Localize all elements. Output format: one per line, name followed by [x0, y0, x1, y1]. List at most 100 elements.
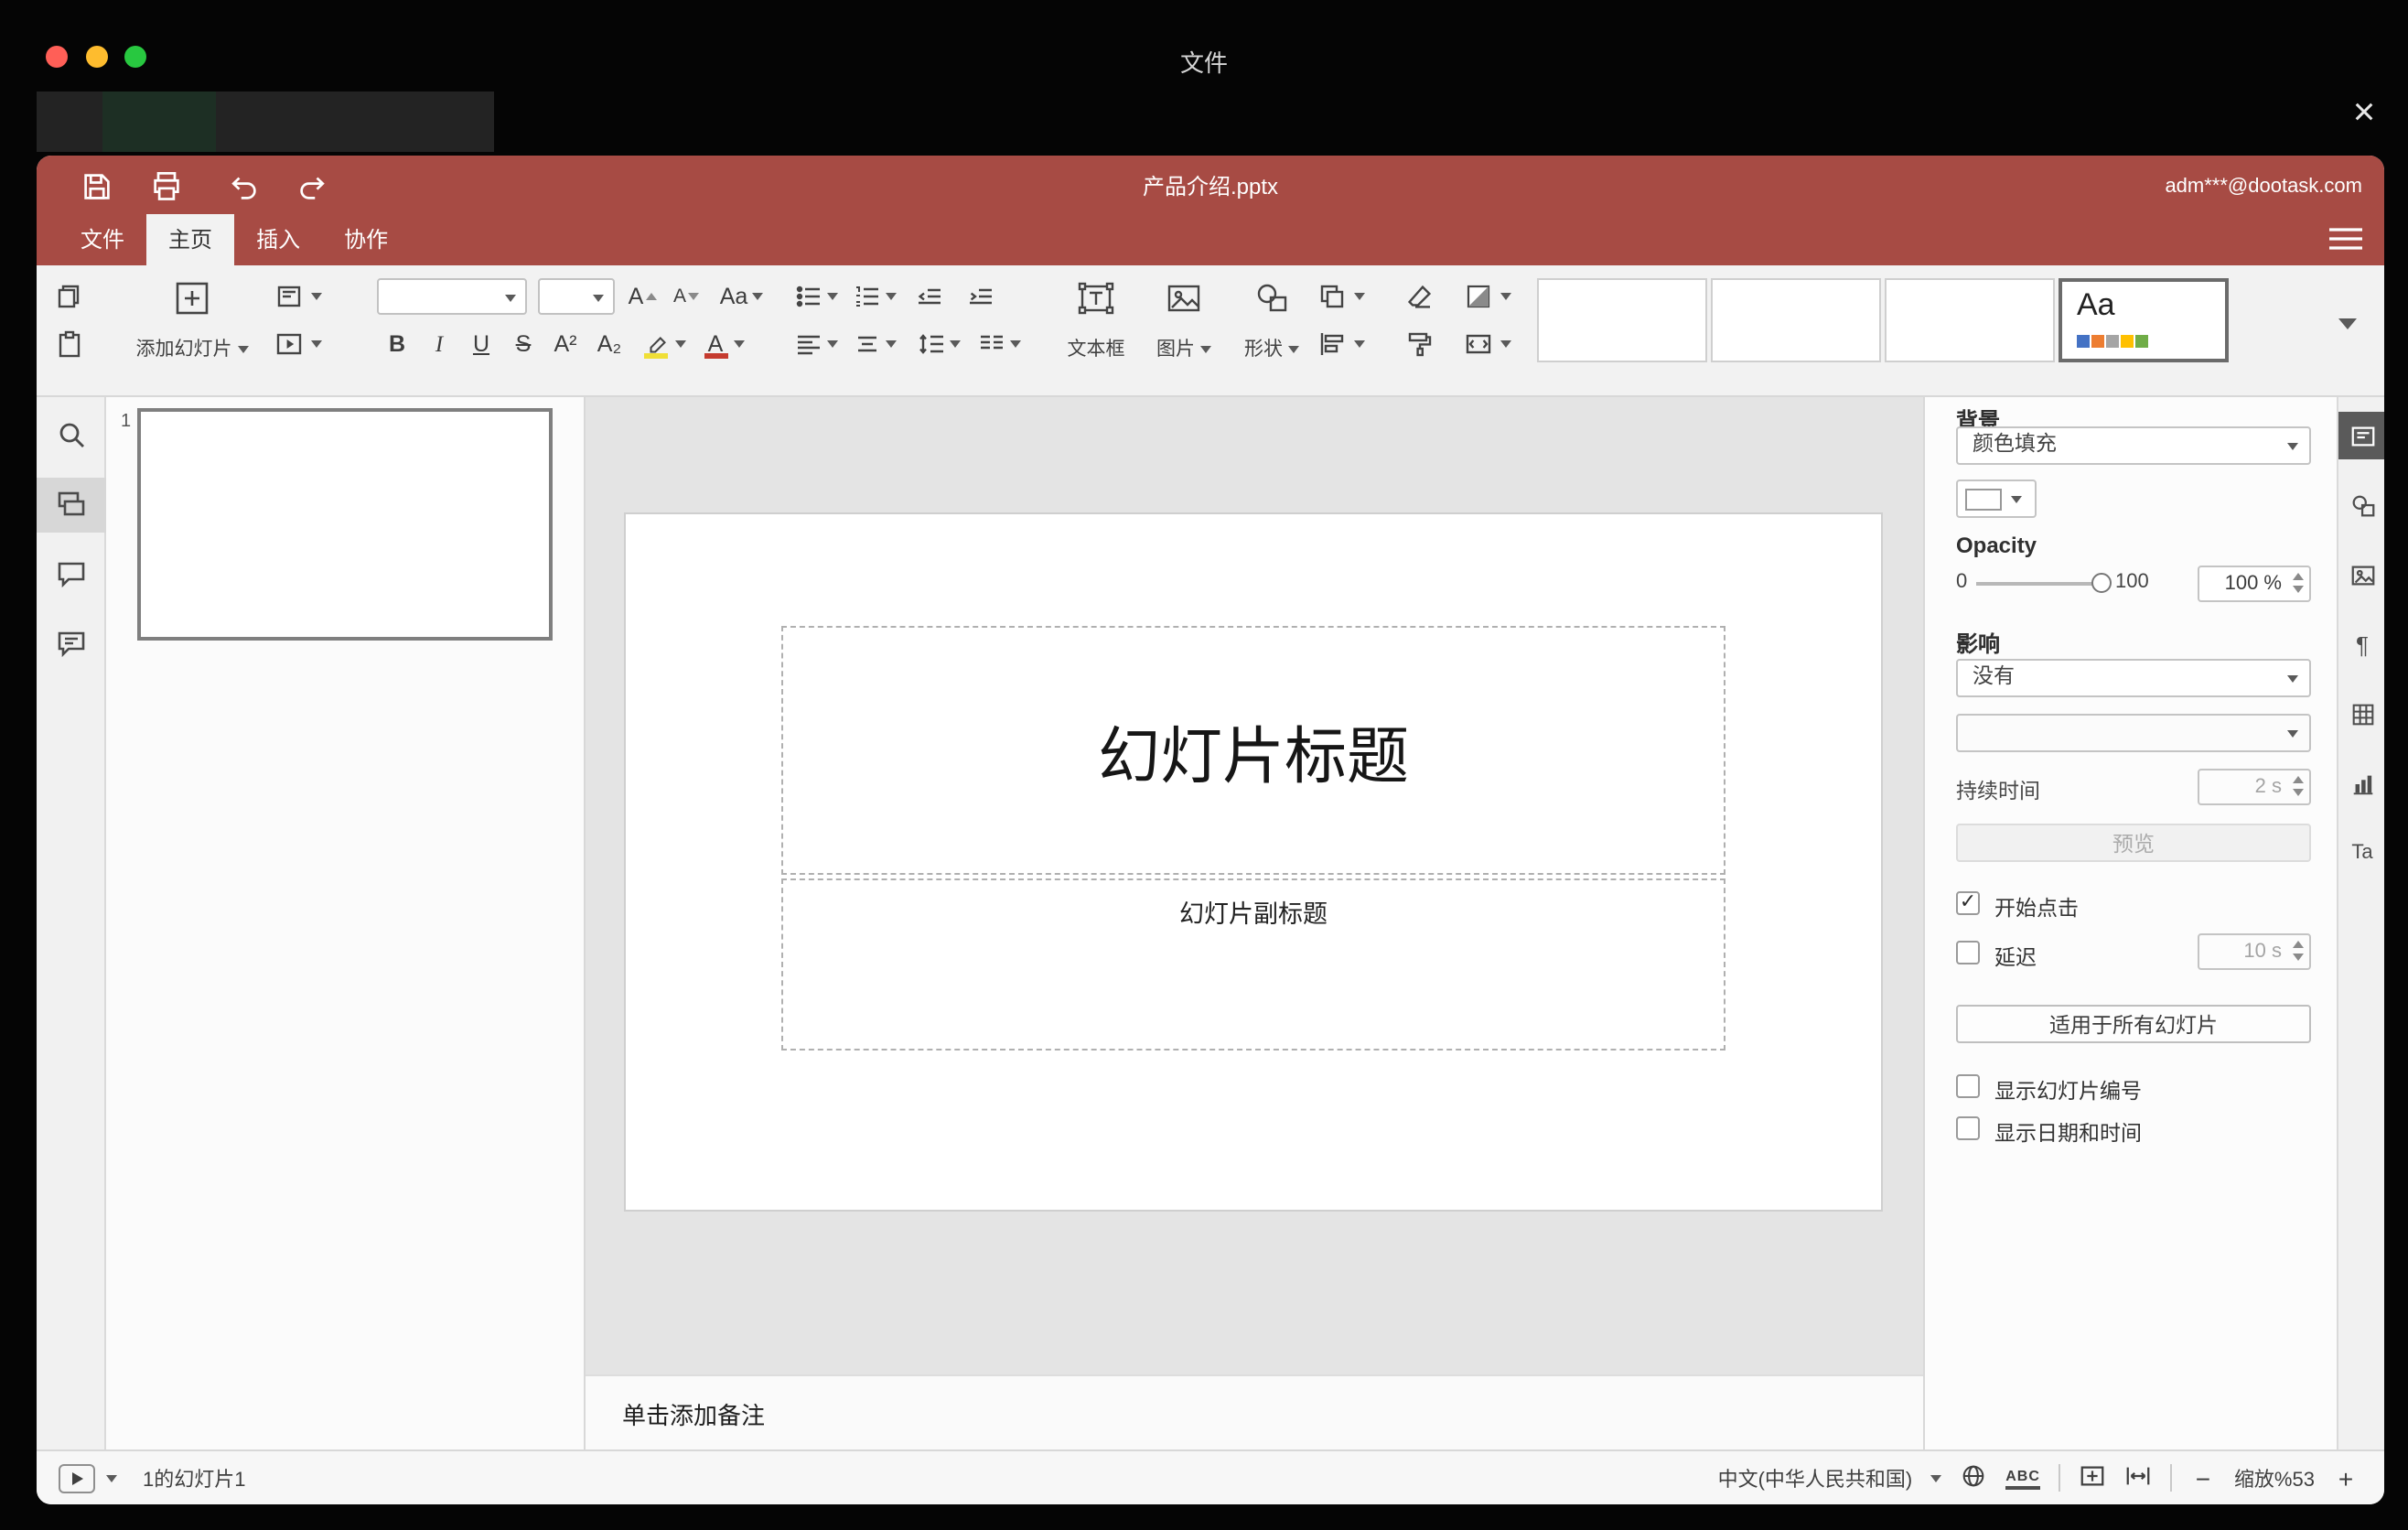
slides-panel-icon[interactable] [37, 478, 106, 533]
add-slide-button[interactable]: 添加幻灯片 [124, 273, 260, 386]
comments-icon[interactable] [37, 547, 106, 602]
chevron-down-icon[interactable] [1354, 293, 1365, 300]
image-settings-icon[interactable] [2338, 551, 2384, 598]
vertical-align-icon[interactable] [853, 329, 882, 359]
chevron-down-icon[interactable] [311, 340, 322, 348]
duration-spinner[interactable]: 2 s [2198, 769, 2311, 805]
font-color-button[interactable]: A [699, 328, 732, 361]
spinner-down-icon[interactable] [2293, 789, 2304, 796]
opacity-spinner[interactable]: 100 % [2198, 566, 2311, 602]
title-placeholder[interactable]: 幻灯片标题 [781, 626, 1725, 875]
show-slide-number-label[interactable]: 显示幻灯片编号 [1994, 1076, 2142, 1105]
spinner-up-icon[interactable] [2293, 776, 2304, 783]
superscript-button[interactable]: A² [549, 328, 582, 361]
spellcheck-icon[interactable]: ABC [2005, 1467, 2040, 1489]
chevron-down-icon[interactable] [886, 340, 897, 348]
align-shape-icon[interactable] [1317, 329, 1347, 359]
chevron-down-icon[interactable] [1500, 340, 1511, 348]
columns-icon[interactable] [977, 329, 1006, 359]
paragraph-settings-icon[interactable]: ¶ [2338, 620, 2384, 668]
slider-knob[interactable] [2091, 573, 2112, 593]
image-button[interactable]: 图片 [1142, 273, 1226, 386]
subtitle-placeholder[interactable]: 幻灯片副标题 [781, 878, 1725, 1051]
chevron-down-icon[interactable] [1010, 340, 1021, 348]
spinner-down-icon[interactable] [2293, 586, 2304, 593]
slide-settings-icon[interactable] [2338, 412, 2384, 459]
start-on-click-checkbox[interactable]: ✓ [1956, 891, 1980, 915]
start-slideshow-status-icon[interactable] [59, 1463, 95, 1492]
chevron-down-icon[interactable] [311, 293, 322, 300]
tab-home[interactable]: 主页 [146, 214, 235, 265]
line-spacing-icon[interactable] [917, 329, 946, 359]
notes-input[interactable]: 单击添加备注 [586, 1374, 1923, 1449]
shape-settings-icon[interactable] [2338, 481, 2384, 529]
preview-button[interactable]: 预览 [1956, 824, 2311, 862]
shape-button[interactable]: 形状 [1230, 273, 1314, 386]
print-icon[interactable] [150, 170, 183, 203]
slide-layout-icon[interactable] [274, 282, 304, 311]
close-icon[interactable]: × [2346, 92, 2382, 135]
copy-icon[interactable] [55, 282, 84, 311]
spinner-up-icon[interactable] [2293, 573, 2304, 580]
show-slide-number-checkbox[interactable] [1956, 1074, 1980, 1098]
subscript-button[interactable]: A₂ [593, 328, 626, 361]
chevron-down-icon[interactable] [106, 1474, 117, 1482]
clear-style-icon[interactable] [1405, 282, 1435, 311]
chevron-down-icon[interactable] [827, 293, 838, 300]
color-scheme-icon[interactable] [1464, 282, 1493, 311]
horizontal-align-icon[interactable] [794, 329, 823, 359]
text-art-settings-icon[interactable]: Ta [2338, 829, 2384, 877]
background-fill-select[interactable]: 颜色填充 [1956, 426, 2311, 465]
theme-thumbnail[interactable] [1537, 278, 1707, 362]
bullets-icon[interactable] [794, 282, 823, 311]
fit-width-icon[interactable] [2124, 1461, 2152, 1494]
spinner-up-icon[interactable] [2293, 941, 2304, 948]
italic-button[interactable]: I [423, 328, 456, 361]
delay-spinner[interactable]: 10 s [2198, 933, 2311, 970]
paste-icon[interactable] [55, 329, 84, 359]
effect-type-select[interactable] [1956, 714, 2311, 752]
effect-select[interactable]: 没有 [1956, 659, 2311, 697]
copy-style-icon[interactable] [1405, 329, 1435, 359]
zoom-in-button[interactable]: + [2333, 1463, 2359, 1492]
strikeout-button[interactable]: S [507, 328, 540, 361]
chat-icon[interactable] [37, 617, 106, 672]
bold-button[interactable]: B [381, 328, 414, 361]
increase-indent-icon[interactable] [966, 282, 995, 311]
chevron-down-icon[interactable] [886, 293, 897, 300]
slide-thumbnail-selected[interactable] [137, 408, 553, 641]
theme-thumbnail-selected[interactable]: Aa [2059, 278, 2229, 362]
start-on-click-label[interactable]: 开始点击 [1994, 893, 2079, 922]
decrease-font-icon[interactable]: A [670, 280, 703, 313]
search-icon[interactable] [37, 408, 106, 463]
chevron-down-icon[interactable] [827, 340, 838, 348]
globe-icon[interactable] [1960, 1461, 1987, 1494]
increase-font-icon[interactable]: A [626, 280, 659, 313]
chevron-down-icon[interactable] [1930, 1474, 1942, 1482]
chevron-down-icon[interactable] [734, 340, 745, 348]
theme-gallery-expand-icon[interactable] [2338, 318, 2357, 329]
save-icon[interactable] [81, 170, 113, 203]
chevron-down-icon[interactable] [1354, 340, 1365, 348]
numbering-icon[interactable] [853, 282, 882, 311]
show-date-time-label[interactable]: 显示日期和时间 [1994, 1118, 2142, 1148]
chevron-down-icon[interactable] [1500, 293, 1511, 300]
background-color-picker[interactable] [1956, 479, 2037, 518]
tab-file[interactable]: 文件 [59, 214, 146, 265]
hamburger-menu-icon[interactable] [2329, 227, 2362, 251]
apply-to-all-slides-button[interactable]: 适用于所有幻灯片 [1956, 1005, 2311, 1043]
tab-collaboration[interactable]: 协作 [322, 214, 410, 265]
chevron-down-icon[interactable] [950, 340, 961, 348]
theme-thumbnail[interactable] [1885, 278, 2055, 362]
fit-slide-icon[interactable] [2079, 1461, 2106, 1494]
chevron-down-icon[interactable] [675, 340, 686, 348]
show-date-time-checkbox[interactable] [1956, 1116, 1980, 1140]
theme-thumbnail[interactable] [1711, 278, 1881, 362]
language-label[interactable]: 中文(中华人民共和国) [1718, 1463, 1913, 1492]
start-slideshow-icon[interactable] [274, 329, 304, 359]
delay-checkbox[interactable] [1956, 941, 1980, 964]
zoom-out-button[interactable]: − [2190, 1463, 2216, 1492]
font-size-combo[interactable] [538, 278, 615, 315]
decrease-indent-icon[interactable] [915, 282, 944, 311]
arrange-shape-icon[interactable] [1317, 282, 1347, 311]
